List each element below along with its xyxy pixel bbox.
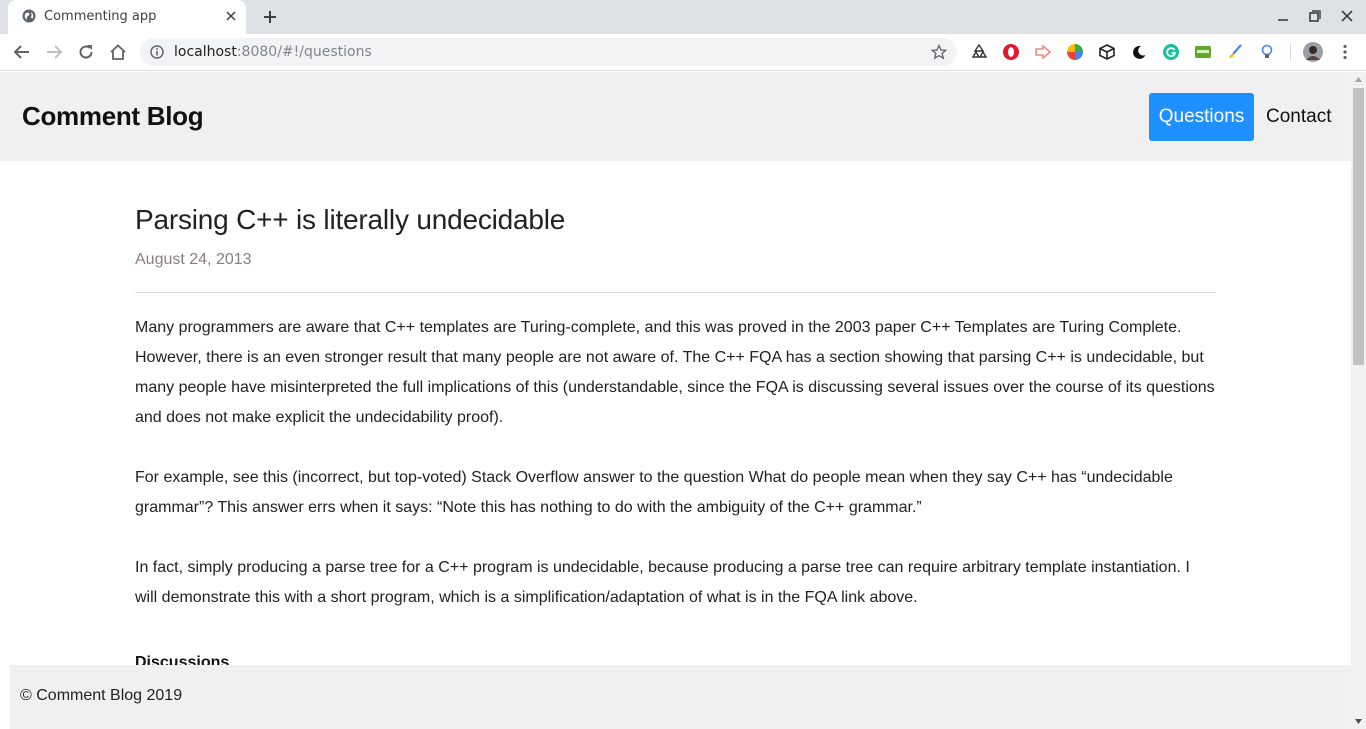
post-paragraph: In fact, simply producing a parse tree f… — [135, 559, 1190, 606]
reload-icon[interactable] — [77, 43, 95, 61]
blog-post: Parsing C++ is literally undecidable Aug… — [135, 161, 1216, 673]
post-paragraph: Many programmers are aware that C++ temp… — [135, 319, 1215, 426]
close-window-icon[interactable] — [1341, 10, 1353, 22]
opera-icon[interactable] — [1002, 43, 1020, 61]
page-scrollbar[interactable] — [1351, 72, 1366, 729]
site-header: Comment Blog Questions Contact — [0, 72, 1351, 161]
close-tab-icon[interactable] — [224, 9, 238, 23]
footer-copyright: © Comment Blog 2019 — [20, 687, 183, 704]
home-icon[interactable] — [109, 43, 127, 61]
cors-icon[interactable] — [1194, 43, 1212, 61]
scrollbar-thumb[interactable] — [1353, 88, 1364, 365]
moon-icon[interactable] — [1130, 43, 1148, 61]
scroll-up-arrow-icon[interactable] — [1354, 75, 1363, 84]
nav-contact-link[interactable]: Contact — [1266, 93, 1331, 141]
tab-strip: Commenting app — [0, 0, 1366, 34]
bookmark-star-icon[interactable] — [931, 44, 947, 60]
brush-icon[interactable] — [1226, 43, 1244, 61]
new-tab-icon[interactable] — [262, 9, 278, 25]
url-path: :8080/#!/questions — [236, 44, 372, 60]
post-title: Parsing C++ is literally undecidable — [135, 204, 566, 235]
menu-dots-icon[interactable] — [1336, 43, 1354, 61]
color-wheel-icon[interactable] — [1066, 43, 1084, 61]
back-icon[interactable] — [13, 43, 31, 61]
url-text[interactable]: localhost:8080/#!/questions — [174, 44, 372, 60]
profile-avatar[interactable] — [1303, 42, 1323, 62]
cube-icon[interactable] — [1098, 43, 1116, 61]
title-divider — [135, 292, 1216, 293]
tab-title: Commenting app — [44, 9, 157, 24]
forward-icon[interactable] — [45, 43, 63, 61]
scroll-down-arrow-icon[interactable] — [1354, 717, 1363, 726]
post-paragraph: For example, see this (incorrect, but to… — [135, 469, 1173, 516]
site-brand[interactable]: Comment Blog — [22, 101, 204, 132]
browser-tab[interactable]: Commenting app — [8, 0, 246, 34]
restore-icon[interactable] — [1309, 10, 1321, 22]
bulb-icon[interactable] — [1258, 43, 1276, 61]
nav-questions-link[interactable]: Questions — [1149, 93, 1254, 141]
arrow-extension-icon[interactable] — [1034, 43, 1052, 61]
browser-toolbar: localhost:8080/#!/questions — [0, 34, 1366, 71]
page-viewport: Comment Blog Questions Contact Parsing C… — [0, 72, 1351, 729]
info-icon[interactable] — [150, 45, 164, 59]
site-footer: © Comment Blog 2019 — [10, 665, 1351, 729]
globe-icon — [22, 9, 36, 23]
post-date: August 24, 2013 — [135, 251, 252, 268]
toolbar-divider — [1290, 43, 1291, 61]
grammarly-icon[interactable] — [1162, 43, 1180, 61]
address-bar[interactable]: localhost:8080/#!/questions — [140, 38, 957, 66]
recycle-icon[interactable] — [970, 43, 988, 61]
url-host: localhost — [174, 44, 237, 60]
minimize-icon[interactable] — [1277, 10, 1289, 22]
